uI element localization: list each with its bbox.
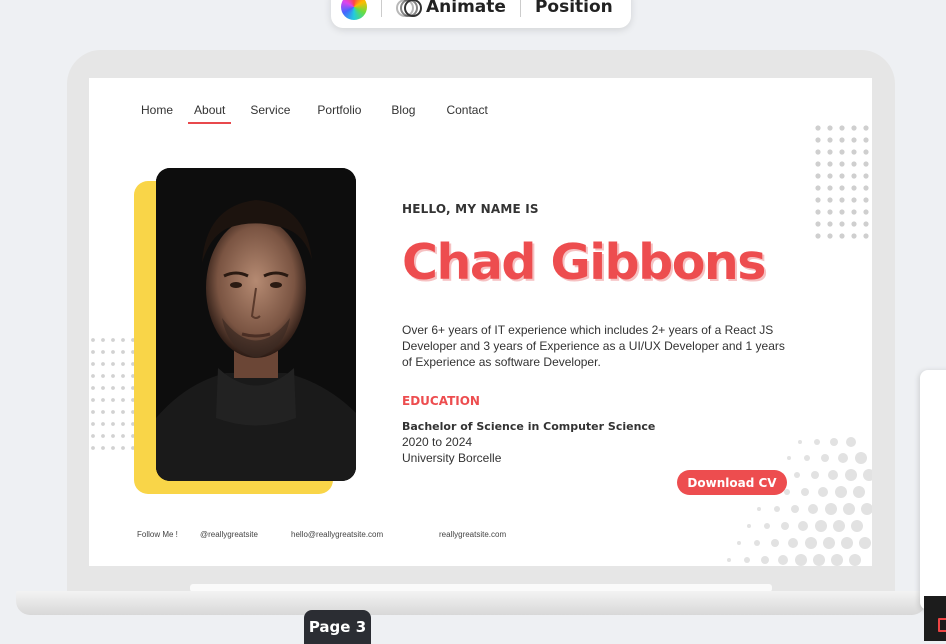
dot-grid-top-right — [815, 125, 869, 239]
person-name: Chad Gibbons — [402, 234, 766, 291]
degree-text: Bachelor of Science in Computer Science — [402, 420, 656, 433]
position-button[interactable]: Position — [535, 0, 613, 17]
animate-button[interactable]: Animate — [396, 0, 506, 17]
color-wheel-icon[interactable] — [341, 0, 367, 20]
slide-canvas[interactable]: Home About Service Portfolio Blog Contac… — [89, 78, 872, 566]
side-dark-panel[interactable] — [924, 596, 946, 641]
nav-home[interactable]: Home — [141, 103, 173, 117]
greeting-text: HELLO, MY NAME IS — [402, 202, 539, 216]
follow-label: Follow Me ! — [137, 530, 178, 539]
nav-contact[interactable]: Contact — [446, 103, 487, 117]
animate-label: Animate — [426, 0, 506, 17]
nav-service[interactable]: Service — [250, 103, 290, 117]
profile-photo[interactable] — [156, 168, 356, 481]
laptop-base — [16, 591, 926, 615]
position-label: Position — [534, 0, 613, 17]
toolbar-divider — [381, 0, 382, 17]
social-handle[interactable]: @reallygreatsite — [200, 530, 258, 539]
nav-about[interactable]: About — [187, 103, 232, 124]
dot-grid-left — [91, 338, 135, 450]
education-years: 2020 to 2024 — [402, 435, 473, 449]
download-cv-button[interactable]: Download CV — [677, 470, 787, 495]
portrait-illustration — [156, 168, 356, 481]
contact-email[interactable]: hello@reallygreatsite.com — [291, 530, 383, 539]
website-link[interactable]: reallygreatsite.com — [439, 530, 506, 539]
nav-blog[interactable]: Blog — [391, 103, 415, 117]
page-tag[interactable]: Page 3 — [304, 610, 371, 644]
nav-portfolio[interactable]: Portfolio — [317, 103, 361, 117]
bio-text: Over 6+ years of IT experience which inc… — [402, 323, 785, 369]
side-panel[interactable] — [920, 370, 946, 610]
animate-icon — [396, 0, 422, 17]
education-heading: EDUCATION — [402, 394, 480, 408]
halftone-dots — [727, 437, 872, 566]
editor-toolbar: Animate Position — [331, 0, 631, 28]
page-icon — [938, 618, 946, 632]
toolbar-divider — [519, 0, 521, 17]
university-name: University Borcelle — [402, 451, 502, 465]
site-nav: Home About Service Portfolio Blog Contac… — [141, 103, 488, 124]
